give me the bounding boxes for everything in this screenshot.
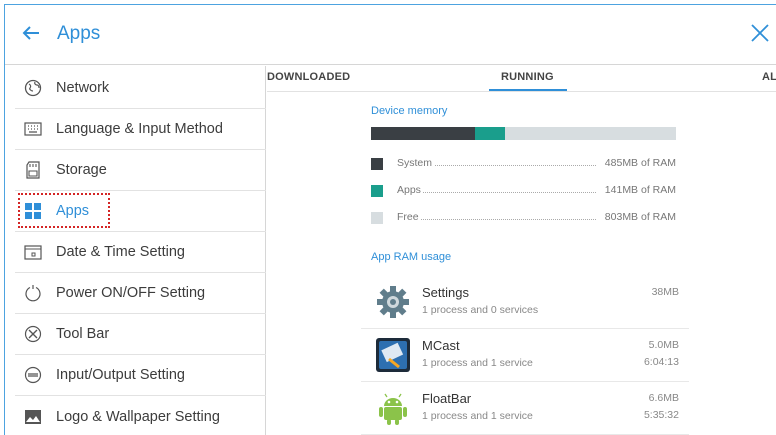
app-run-time: 6:04:13 [643,356,679,368]
app-name: MCast [422,338,460,353]
memory-bar-apps [474,127,506,140]
legend-value: 485MB of RAM [602,157,676,169]
sidebar-item-label: Storage [56,162,107,178]
legend-name: System [397,157,435,169]
app-row-settings[interactable]: Settings 1 process and 0 services 38MB [361,276,689,329]
calendar-icon [23,242,43,262]
legend-free: Free 803MB of RAM [371,211,676,225]
apps-grid-icon [23,201,43,221]
app-memory-size: 38MB [651,286,679,298]
mcast-app-icon [375,337,411,373]
app-row-floatbar[interactable]: FloatBar 1 process and 1 service 6.6MB 5… [361,382,689,435]
app-run-time: 5:35:32 [643,409,679,421]
page-title: Apps [57,23,101,44]
tab-downloaded[interactable]: DOWNLOADED [267,71,350,83]
sidebar-item-storage[interactable]: Storage [15,150,266,191]
header-bar: Apps [5,5,776,65]
sidebar-item-power[interactable]: Power ON/OFF Setting [15,273,266,314]
sidebar-item-label: Tool Bar [56,326,110,342]
sidebar-item-tool-bar[interactable]: Tool Bar [15,314,266,355]
legend-name: Free [397,211,421,223]
app-description: 1 process and 1 service [422,410,533,422]
power-icon [23,283,43,303]
legend-value: 141MB of RAM [602,184,676,196]
sidebar-item-label: Logo & Wallpaper Setting [56,408,220,425]
memory-bar-free [505,127,676,140]
back-arrow-icon[interactable] [19,21,43,45]
sd-card-icon [23,160,43,180]
legend-name: Apps [397,184,423,196]
floatbar-app-icon [375,390,411,426]
sidebar-item-label: Apps [56,203,90,219]
app-description: 1 process and 1 service [422,357,533,369]
running-apps-panel: Device memory System 485MB of RAM Apps 1… [267,93,776,435]
app-tabs: DOWNLOADED RUNNING ALL [267,66,776,92]
memory-bar-system [371,127,475,140]
app-memory-size: 5.0MB [648,339,679,351]
sidebar-item-label: Language & Input Method [56,121,223,137]
sidebar-item-network[interactable]: Network [15,68,266,109]
globe-icon [23,78,43,98]
legend-swatch [371,212,383,224]
legend-value: 803MB of RAM [602,211,676,223]
legend-swatch [371,185,383,197]
sidebar-item-date-time[interactable]: Date & Time Setting [15,232,266,273]
app-name: FloatBar [422,391,472,406]
sidebar-item-language[interactable]: Language & Input Method [15,109,266,150]
settings-window: Apps Network Language & Input Method Sto… [4,4,776,435]
memory-usage-bar [371,127,676,140]
sidebar-item-label: Network [56,80,110,96]
sidebar-item-label: Date & Time Setting [56,244,185,260]
close-icon[interactable] [748,21,772,45]
app-memory-size: 6.6MB [648,392,679,404]
legend-swatch [371,158,383,170]
app-row-mcast[interactable]: MCast 1 process and 1 service 5.0MB 6:04… [361,329,689,382]
app-name: Settings [422,285,469,300]
sidebar-item-label: Power ON/OFF Setting [56,285,206,301]
sidebar-item-apps[interactable]: Apps [15,191,266,232]
legend-apps: Apps 141MB of RAM [371,184,676,198]
device-memory-title: Device memory [371,105,448,117]
app-description: 1 process and 0 services [422,304,539,316]
settings-gear-icon [375,284,411,320]
input-output-icon [23,365,43,385]
legend-system: System 485MB of RAM [371,157,676,171]
tools-icon [23,324,43,344]
sidebar-item-input-output[interactable]: Input/Output Setting [15,355,266,396]
tab-running[interactable]: RUNNING [501,71,554,83]
settings-sidebar: Network Language & Input Method Storage … [5,66,266,435]
keyboard-icon [23,119,43,139]
sidebar-item-label: Input/Output Setting [56,367,185,383]
app-ram-usage-title: App RAM usage [371,251,452,263]
image-icon [23,407,43,427]
tab-all[interactable]: ALL [762,71,776,83]
sidebar-item-logo-wallpaper[interactable]: Logo & Wallpaper Setting [15,396,266,435]
active-tab-indicator [489,89,567,91]
